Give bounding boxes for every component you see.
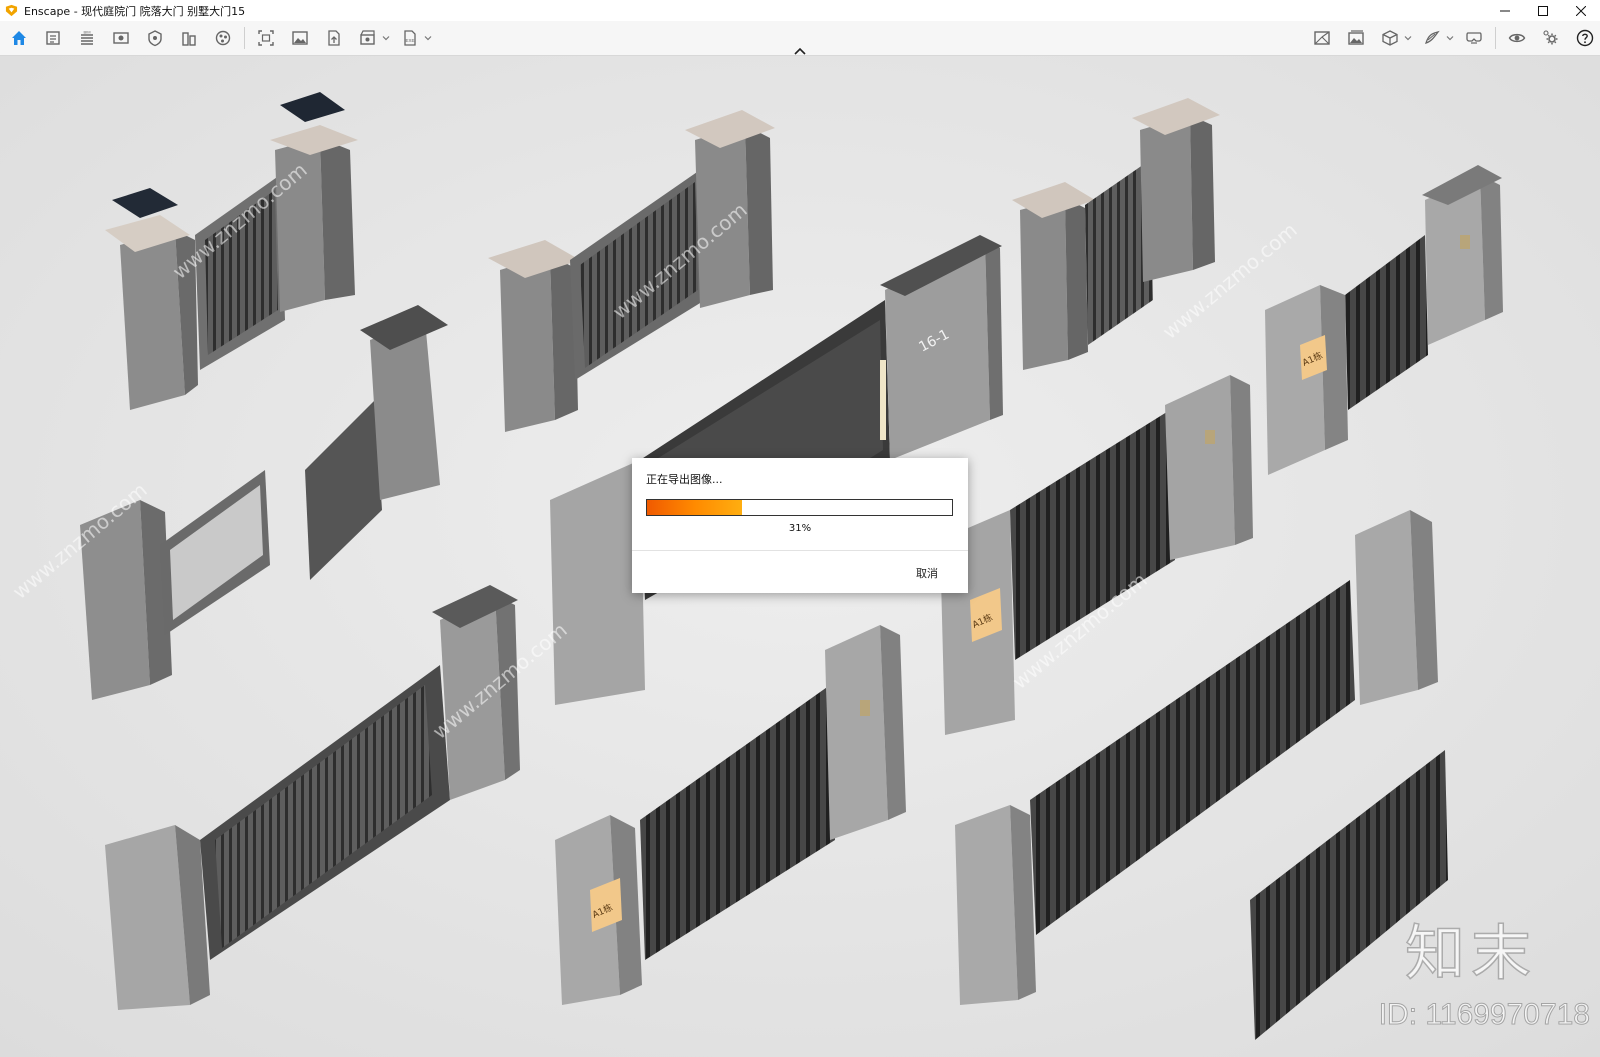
site-context-icon — [182, 32, 196, 46]
vr-headset-icon — [1466, 32, 1482, 44]
chevron-down-icon[interactable] — [1403, 33, 1413, 43]
help-button[interactable] — [1570, 24, 1600, 52]
batch-render-icon — [360, 30, 375, 45]
bim-icon: BIM — [81, 30, 93, 45]
toolbar-separator — [1495, 27, 1496, 49]
vr-headset-button[interactable] — [1459, 24, 1489, 52]
settings-button[interactable] — [1536, 24, 1566, 52]
progress-fill — [647, 500, 742, 515]
views-icon — [113, 32, 129, 44]
minimize-icon — [1500, 10, 1510, 11]
upload-button[interactable] — [319, 24, 349, 52]
enscape-logo-icon — [5, 4, 18, 17]
view-management-icon — [1314, 31, 1330, 45]
svg-text:BIM: BIM — [83, 30, 90, 35]
svg-text:EXE: EXE — [405, 38, 414, 43]
render-image-button[interactable] — [285, 24, 315, 52]
export-file-button[interactable]: EXE — [395, 24, 425, 52]
home-button[interactable] — [4, 24, 34, 52]
bim-button[interactable]: BIM — [72, 24, 102, 52]
watermark-logo: 知末 — [1404, 919, 1537, 989]
toolbar-right-group — [1307, 21, 1600, 55]
image-library-button[interactable] — [1341, 24, 1371, 52]
assets-icon — [46, 31, 60, 45]
visual-settings-icon — [148, 30, 162, 47]
window-controls — [1486, 0, 1600, 21]
home-icon — [12, 31, 26, 45]
main-toolbar: BIM EXE — [0, 21, 1600, 56]
sketch-button[interactable] — [1417, 24, 1447, 52]
help-icon — [1576, 29, 1594, 47]
chevron-down-icon[interactable] — [423, 33, 433, 43]
export-progress-dialog: 正在导出图像... 31% 取消 — [632, 458, 968, 593]
maximize-icon — [1538, 5, 1548, 16]
export-progress-bar — [646, 499, 953, 516]
toolbar-separator — [244, 27, 245, 49]
materials-icon — [215, 30, 231, 46]
chevron-up-icon[interactable] — [791, 46, 809, 56]
toolbar-left-group: BIM EXE — [4, 21, 437, 55]
site-context-button[interactable] — [174, 24, 204, 52]
sketch-icon — [1425, 30, 1440, 45]
visibility-button[interactable] — [1502, 24, 1532, 52]
settings-icon — [1543, 30, 1558, 45]
dialog-title: 正在导出图像... — [646, 473, 723, 486]
export-file-icon: EXE — [404, 30, 416, 46]
batch-render-button[interactable] — [353, 24, 383, 52]
asset-library-button[interactable] — [38, 24, 68, 52]
window-title: Enscape - 现代庭院门 院落大门 别墅大门15 — [24, 4, 246, 18]
view-management-button[interactable] — [1307, 24, 1337, 52]
views-button[interactable] — [106, 24, 136, 52]
image-library-icon — [1348, 30, 1364, 45]
chevron-down-icon[interactable] — [1445, 33, 1455, 43]
cube-view-button[interactable] — [1375, 24, 1405, 52]
cube-view-icon — [1382, 30, 1398, 46]
render-image-icon — [292, 31, 308, 45]
close-button[interactable] — [1562, 0, 1600, 21]
minimize-button[interactable] — [1486, 0, 1524, 21]
upload-icon — [328, 30, 340, 46]
visual-settings-button[interactable] — [140, 24, 170, 52]
chevron-down-icon[interactable] — [381, 33, 391, 43]
title-bar: Enscape - 现代庭院门 院落大门 别墅大门15 — [0, 0, 1600, 21]
screenshot-icon — [258, 30, 274, 46]
close-icon — [1576, 5, 1586, 16]
dialog-divider — [632, 550, 968, 551]
screenshot-button[interactable] — [251, 24, 281, 52]
visibility-icon — [1508, 33, 1526, 43]
watermark-id: ID: 1169970718 — [1378, 998, 1590, 1032]
cancel-button[interactable]: 取消 — [916, 565, 938, 581]
materials-button[interactable] — [208, 24, 238, 52]
maximize-button[interactable] — [1524, 0, 1562, 21]
progress-percent: 31% — [788, 523, 812, 534]
